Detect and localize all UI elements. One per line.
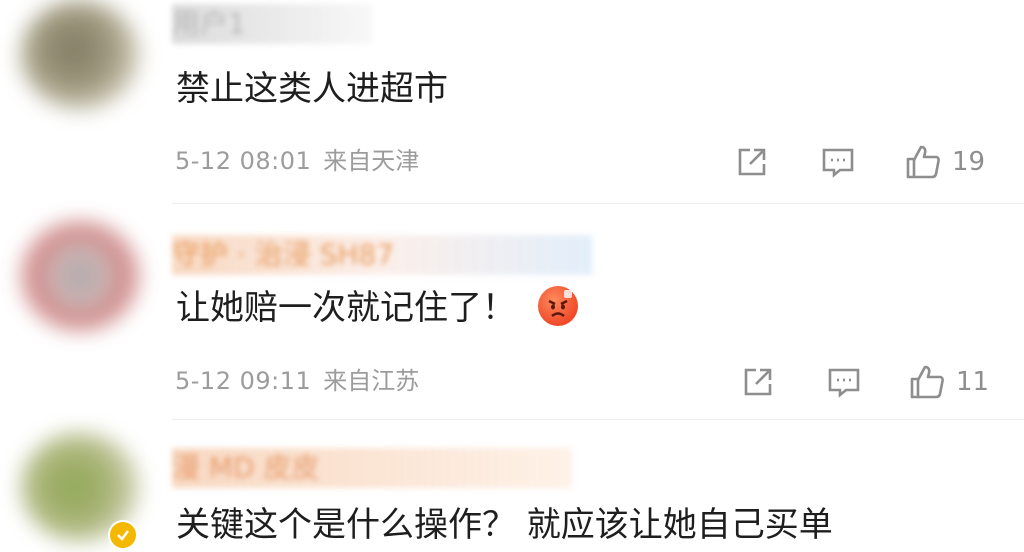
comment-location: 来自江苏	[323, 367, 420, 395]
comment-icon	[828, 368, 860, 398]
comment-item: 守护 · 治浸 SH87 让她赔一次就记住了！ 5-12 09:11 来自江苏 1…	[0, 205, 1024, 420]
comment-meta: 5-12 09:11 来自江苏	[175, 365, 419, 397]
reply-button[interactable]	[826, 362, 862, 402]
like-button[interactable]: 19	[904, 142, 985, 182]
comment-text: 禁止这类人进超市	[176, 69, 448, 109]
reply-button[interactable]	[820, 142, 856, 182]
comment-text: 关键这个是什么操作？ 就应该让她自己买单	[176, 505, 833, 545]
divider	[172, 203, 1024, 204]
like-count: 19	[952, 147, 986, 177]
username[interactable]: 漫 MD 皮皮	[172, 448, 572, 488]
comment-actions: 11	[740, 362, 1000, 402]
thumbs-up-icon	[906, 145, 940, 179]
share-button[interactable]	[734, 142, 770, 182]
comment-time: 5-12 09:11	[175, 367, 312, 395]
like-button[interactable]: 11	[908, 362, 989, 402]
share-icon	[738, 148, 766, 176]
comment-item: 漫 MD 皮皮 关键这个是什么操作？ 就应该让她自己买单	[0, 420, 1024, 552]
comment-time: 5-12 08:01	[175, 147, 312, 175]
comment-meta: 5-12 08:01 来自天津	[175, 145, 419, 177]
avatar[interactable]	[20, 0, 140, 110]
verified-badge-icon	[108, 520, 138, 550]
comment-text-content: 让她赔一次就记住了！	[176, 288, 516, 328]
username[interactable]: 用户1	[172, 4, 372, 44]
comment-icon	[822, 148, 854, 178]
avatar[interactable]	[20, 221, 140, 331]
username[interactable]: 守护 · 治浸 SH87	[172, 235, 592, 275]
like-count: 11	[956, 367, 990, 397]
thumbs-up-icon	[910, 365, 944, 399]
angry-face-emoji	[538, 285, 578, 326]
share-icon	[744, 368, 772, 396]
comment-item: 用户1 禁止这类人进超市 5-12 08:01 来自天津 19	[0, 0, 1024, 205]
share-button[interactable]	[740, 362, 776, 402]
comment-actions: 19	[734, 142, 1004, 182]
comment-text: 让她赔一次就记住了！	[176, 285, 578, 331]
comment-location: 来自天津	[323, 147, 420, 175]
